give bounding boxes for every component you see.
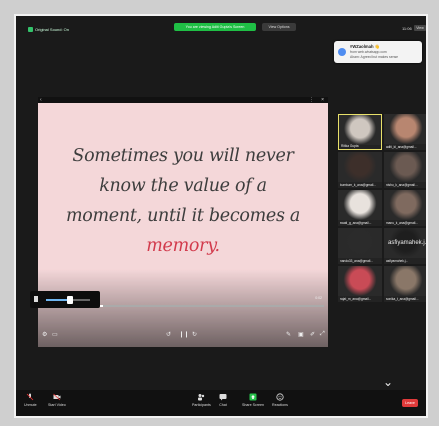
- quote-line: Sometimes you will never: [72, 146, 294, 166]
- participant-tile[interactable]: rajat_m_ana@gmail...: [338, 266, 382, 302]
- pause-icon[interactable]: ❙❙: [179, 331, 189, 338]
- quote-line: know the value of a: [99, 176, 267, 196]
- fullscreen-icon[interactable]: ⤢: [320, 331, 325, 338]
- shield-icon: [28, 27, 33, 32]
- share-screen-label: Share Screen: [242, 403, 264, 407]
- top-bar: Original Sound: On You are viewing Aditi…: [16, 16, 426, 36]
- volume-popup[interactable]: [30, 291, 100, 308]
- volume-knob[interactable]: [67, 296, 74, 304]
- participant-display-name: asfiyamahek.j...: [388, 240, 428, 246]
- player-controls: ⚙ ▭ ↺ ❙❙ ↻ ✎ ▣ ✐ ⤢: [38, 329, 328, 343]
- participant-name: asfiyamahek.j...: [386, 259, 409, 263]
- participant-tile[interactable]: nandu33_ana@gmail...: [338, 228, 382, 264]
- participant-video: [338, 190, 382, 220]
- participant-tile[interactable]: asfiyamahek.j... asfiyamahek.j...: [384, 228, 428, 264]
- quote-line: moment, until it becomes a: [65, 206, 301, 226]
- chevron-down-icon[interactable]: ⌄: [383, 375, 393, 389]
- participant-name: Ritika Gupta: [341, 144, 359, 148]
- edit-icon[interactable]: ✐: [310, 331, 315, 338]
- participant-video: [384, 190, 426, 220]
- zoom-meeting-window: Original Sound: On You are viewing Aditi…: [14, 14, 428, 418]
- pip-icon[interactable]: ▣: [298, 331, 304, 338]
- participant-video: [338, 266, 382, 296]
- chat-button[interactable]: Chat: [219, 393, 227, 407]
- participant-name: nishu_k_ana@gmail...: [386, 183, 418, 187]
- audio-status-label: Original Sound: On: [35, 27, 70, 32]
- screenshot-frame: Original Sound: On You are viewing Aditi…: [0, 0, 439, 426]
- reactions-label: Reactions: [272, 403, 288, 407]
- quote-highlight: memory.: [146, 236, 220, 256]
- participant-video: [384, 114, 426, 144]
- participants-icon: [198, 394, 205, 401]
- start-video-label: Start Video: [48, 403, 66, 407]
- participant-name: manu_k_ana@gmail...: [386, 221, 418, 225]
- chat-icon: [219, 394, 227, 401]
- notification-source: from web.whatsapp.com: [350, 50, 387, 54]
- chat-label: Chat: [219, 403, 227, 407]
- participant-video: [384, 266, 426, 296]
- chrome-icon: [338, 48, 346, 56]
- shared-screen[interactable]: ‹ ⋮ × Sometimes you will never know the …: [38, 97, 328, 347]
- participant-name: nandu33_ana@gmail...: [340, 259, 374, 263]
- participant-video: [338, 152, 382, 182]
- speaker-icon: [34, 296, 38, 302]
- participant-tile[interactable]: Ritika Gupta: [338, 114, 382, 150]
- participant-tile[interactable]: swati_g_ana@gmail...: [338, 190, 382, 226]
- reactions-button[interactable]: Reactions: [272, 393, 288, 407]
- video-time: 0:02: [315, 296, 322, 300]
- forward-icon[interactable]: ↻: [192, 331, 197, 338]
- mic-muted-icon: [27, 393, 34, 401]
- participant-name: swati_g_ana@gmail...: [340, 221, 372, 225]
- participants-button[interactable]: Participants: [192, 393, 211, 407]
- camera-off-icon: [53, 393, 61, 401]
- participants-label: Participants: [192, 403, 211, 407]
- unmute-label: Unmute: [24, 403, 37, 407]
- audio-status[interactable]: Original Sound: On: [28, 27, 69, 32]
- participant-name: rajat_m_ana@gmail...: [340, 297, 372, 301]
- back-icon[interactable]: ‹: [40, 97, 42, 103]
- notification-body: Aham: Agreed but makes sense: [350, 55, 399, 59]
- close-icon[interactable]: ×: [321, 97, 324, 103]
- subtitles-icon[interactable]: ▭: [52, 331, 58, 338]
- meeting-toolbar: Unmute Start Video Participants Chat Sha…: [16, 390, 426, 416]
- unmute-button[interactable]: Unmute: [24, 393, 37, 407]
- quote-text: Sometimes you will never know the value …: [38, 141, 328, 261]
- participant-video: [338, 228, 382, 258]
- start-video-button[interactable]: Start Video: [48, 393, 66, 407]
- participant-name: sonika_t_ana@gmail...: [386, 297, 419, 301]
- share-screen-icon: [249, 393, 257, 401]
- pen-icon[interactable]: ✎: [286, 331, 291, 338]
- video-progress-bar[interactable]: [98, 305, 324, 307]
- settings-icon[interactable]: ⚙: [42, 331, 47, 338]
- volume-slider[interactable]: [46, 296, 90, 304]
- participant-tile[interactable]: sonika_t_ana@gmail...: [384, 266, 426, 302]
- participant-video: [339, 115, 381, 145]
- more-icon[interactable]: ⋮: [309, 97, 314, 103]
- participant-name: aditi_ki_ana@gmail...: [386, 145, 417, 149]
- smiley-icon: [276, 393, 284, 401]
- participant-tile[interactable]: aditi_ki_ana@gmail...: [384, 114, 426, 150]
- participant-tile[interactable]: kumkum_k_ana@gmail...: [338, 152, 382, 188]
- video-top-bar: ‹ ⋮ ×: [38, 97, 328, 103]
- view-button[interactable]: View: [414, 25, 426, 31]
- participant-tile[interactable]: nishu_k_ana@gmail...: [384, 152, 426, 188]
- notification-toast[interactable]: #WZaolmah 👋 from web.whatsapp.com Aham: …: [334, 41, 422, 63]
- participant-video: [384, 152, 426, 182]
- rewind-icon[interactable]: ↺: [166, 331, 171, 338]
- clock: 11:06: [402, 26, 412, 31]
- participant-name: kumkum_k_ana@gmail...: [340, 183, 377, 187]
- participant-tile[interactable]: manu_k_ana@gmail...: [384, 190, 426, 226]
- share-banner[interactable]: You are viewing Aditi Gupta's Screen: [174, 23, 256, 31]
- view-options-button[interactable]: View Options: [262, 23, 296, 31]
- leave-button[interactable]: Leave: [402, 399, 418, 407]
- share-screen-button[interactable]: Share Screen: [242, 393, 264, 407]
